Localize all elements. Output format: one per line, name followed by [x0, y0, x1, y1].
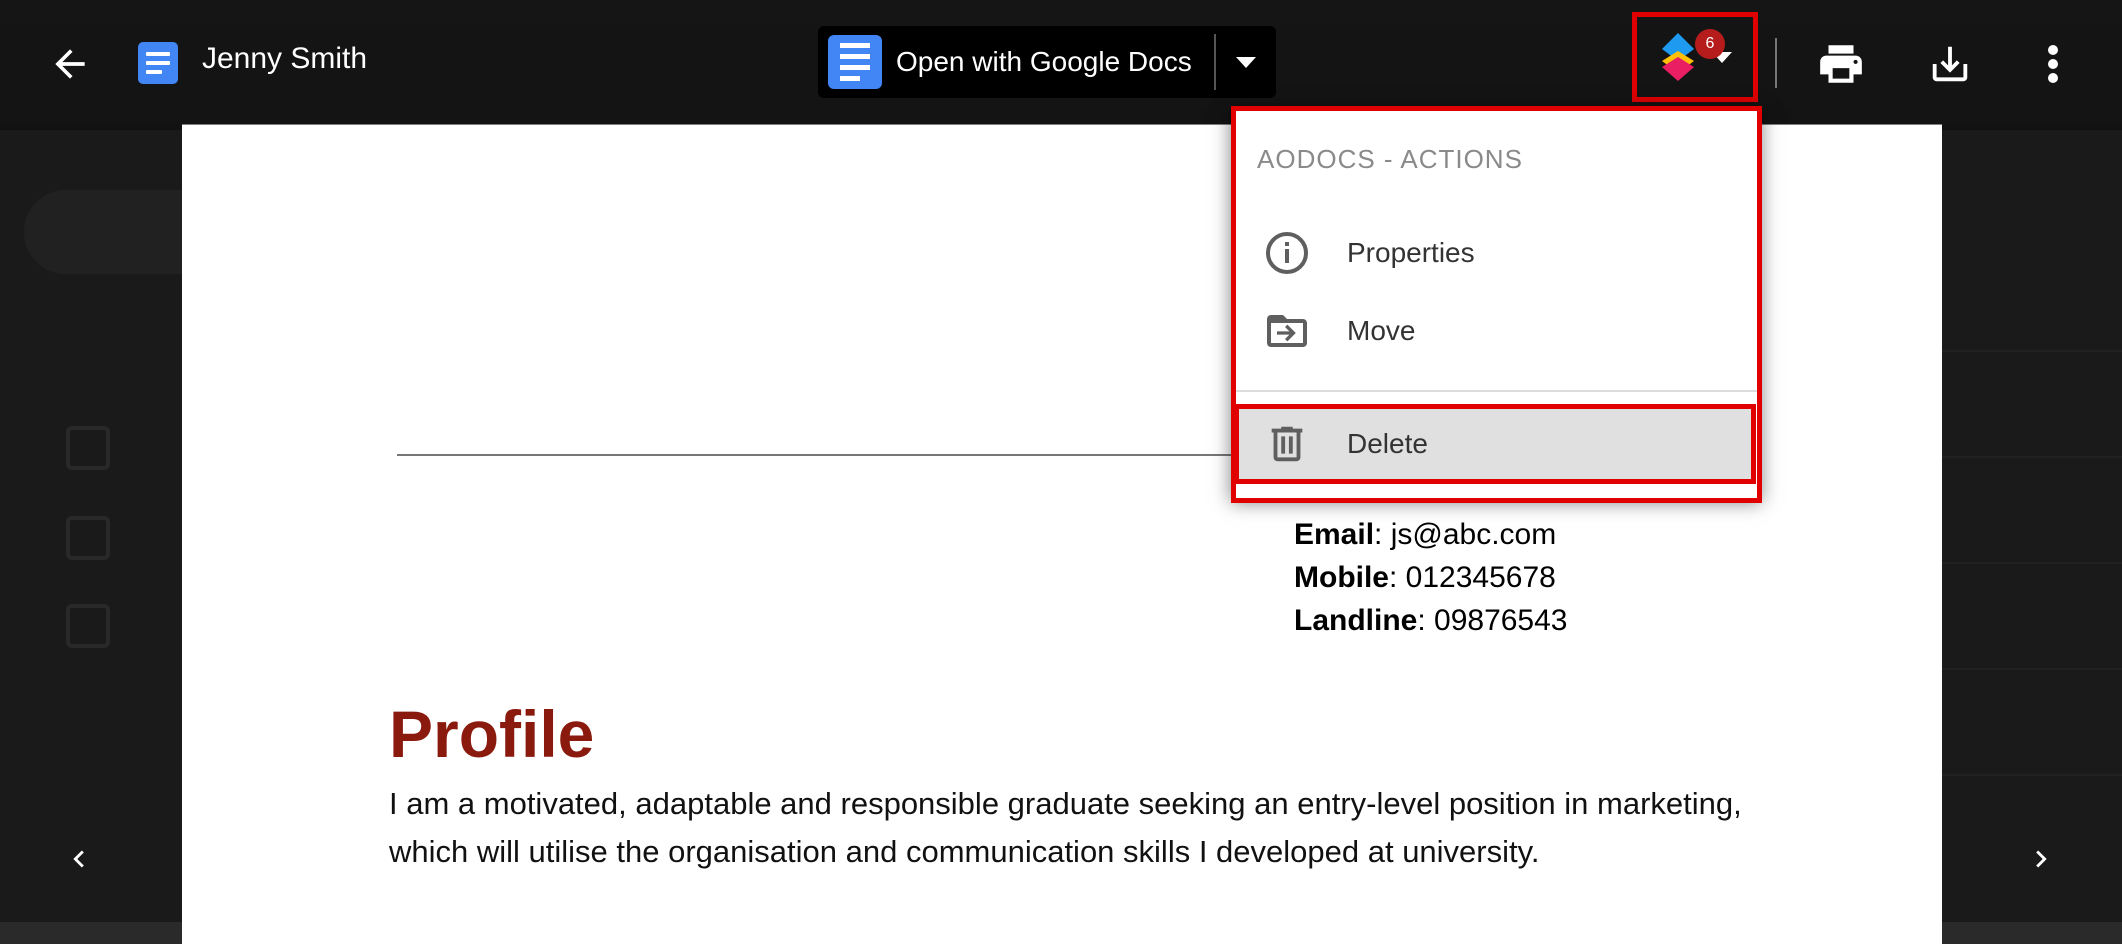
profile-heading: Profile — [389, 697, 595, 771]
open-with-dropdown-toggle[interactable] — [1216, 26, 1276, 98]
chevron-down-icon — [1236, 56, 1256, 68]
contact-mobile: Mobile: 012345678 — [1294, 561, 1556, 594]
aodocs-logo-icon — [1662, 33, 1694, 81]
menu-item-label: Move — [1347, 315, 1416, 346]
download-button[interactable] — [1922, 38, 1978, 90]
next-file-button[interactable] — [1998, 816, 2084, 902]
move-to-folder-icon — [1259, 303, 1315, 359]
google-docs-file-icon — [138, 42, 178, 84]
toolbar-separator — [1775, 38, 1777, 88]
menu-item-delete[interactable]: Delete — [1234, 404, 1756, 484]
contact-landline: Landline: 09876543 — [1294, 604, 1568, 637]
open-with-label: Open with Google Docs — [896, 46, 1192, 77]
info-icon — [1259, 225, 1315, 281]
menu-item-label: Delete — [1347, 428, 1428, 459]
viewer-toolbar: Jenny Smith Open with Google Docs 6 — [0, 0, 2122, 125]
google-docs-icon — [828, 35, 882, 89]
menu-section-title: AODOCS - ACTIONS — [1257, 144, 1523, 174]
printer-icon — [1820, 45, 1862, 83]
more-vertical-icon — [2048, 45, 2058, 83]
menu-item-move[interactable]: Move — [1239, 294, 1753, 368]
notification-badge: 6 — [1695, 29, 1725, 59]
open-with-button[interactable]: Open with Google Docs — [818, 26, 1276, 98]
previous-file-button[interactable] — [36, 816, 122, 902]
menu-item-label: Properties — [1347, 237, 1475, 268]
profile-paragraph: I am a motivated, adaptable and responsi… — [389, 786, 1742, 869]
more-options-button[interactable] — [2034, 38, 2072, 90]
arrow-back-icon — [55, 49, 85, 79]
back-button[interactable] — [42, 36, 98, 92]
contact-email: Email: js@abc.com — [1294, 518, 1557, 551]
menu-divider — [1231, 390, 1761, 392]
chevron-right-icon — [2036, 850, 2047, 868]
aodocs-actions-menu: AODOCS - ACTIONS Properties Move Delete — [1231, 106, 1761, 498]
aodocs-actions-button[interactable]: 6 — [1632, 12, 1758, 102]
menu-item-properties[interactable]: Properties — [1239, 216, 1753, 290]
file-title: Jenny Smith — [202, 42, 368, 75]
trash-icon — [1259, 416, 1315, 472]
chevron-left-icon — [73, 850, 84, 868]
download-icon — [1932, 46, 1968, 82]
print-button[interactable] — [1812, 38, 1870, 90]
